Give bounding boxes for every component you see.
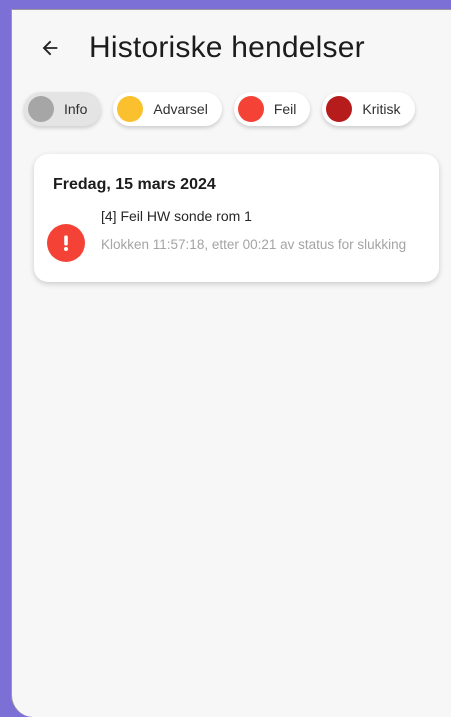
critical-dot-icon	[326, 96, 353, 122]
filter-chip-info[interactable]: Info	[24, 92, 102, 126]
filter-chip-advarsel[interactable]: Advarsel	[113, 92, 222, 126]
filter-chip-label: Kritisk	[362, 101, 401, 117]
filter-chip-feil[interactable]: Feil	[233, 92, 311, 126]
warning-dot-icon	[117, 96, 144, 122]
event-list-item[interactable]: [4] Feil HW sonde rom 1 Klokken 11:57:18…	[34, 204, 439, 276]
app-screen: Historiske hendelser Info Advarsel Feil …	[11, 9, 451, 717]
filter-chip-label: Advarsel	[153, 101, 208, 117]
page-title: Historiske hendelser	[89, 31, 365, 64]
info-dot-icon	[28, 96, 54, 122]
error-dot-icon	[237, 96, 264, 122]
severity-filter-chips: Info Advarsel Feil Kritisk	[24, 92, 415, 128]
event-day-card: Fredag, 15 mars 2024 [4] Feil HW sonde r…	[34, 154, 439, 282]
event-subtitle: Klokken 11:57:18, etter 00:21 av status …	[101, 237, 407, 252]
arrow-left-icon	[42, 40, 58, 56]
app-bar: Historiske hendelser	[12, 10, 451, 90]
filter-chip-label: Info	[64, 101, 88, 117]
device-frame: Historiske hendelser Info Advarsel Feil …	[0, 0, 451, 717]
filter-chip-kritisk[interactable]: Kritisk	[322, 92, 415, 126]
event-date-heading: Fredag, 15 mars 2024	[53, 176, 216, 193]
back-button[interactable]	[36, 34, 64, 62]
filter-chip-label: Feil	[273, 101, 297, 117]
event-title: [4] Feil HW sonde rom 1	[101, 208, 252, 224]
error-exclamation-icon	[47, 224, 85, 262]
